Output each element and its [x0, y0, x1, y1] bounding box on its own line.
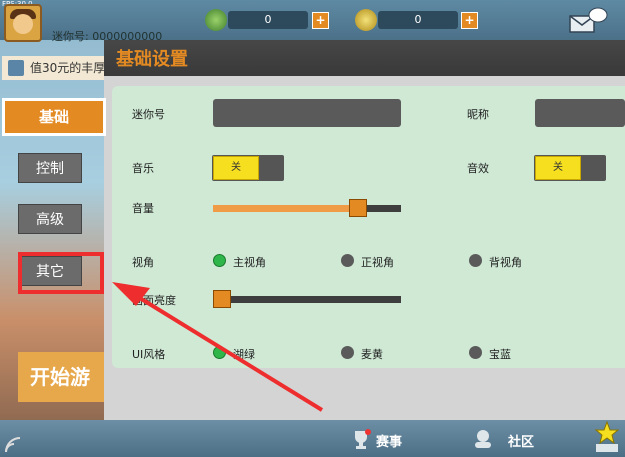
annotation-arrow	[112, 282, 324, 412]
